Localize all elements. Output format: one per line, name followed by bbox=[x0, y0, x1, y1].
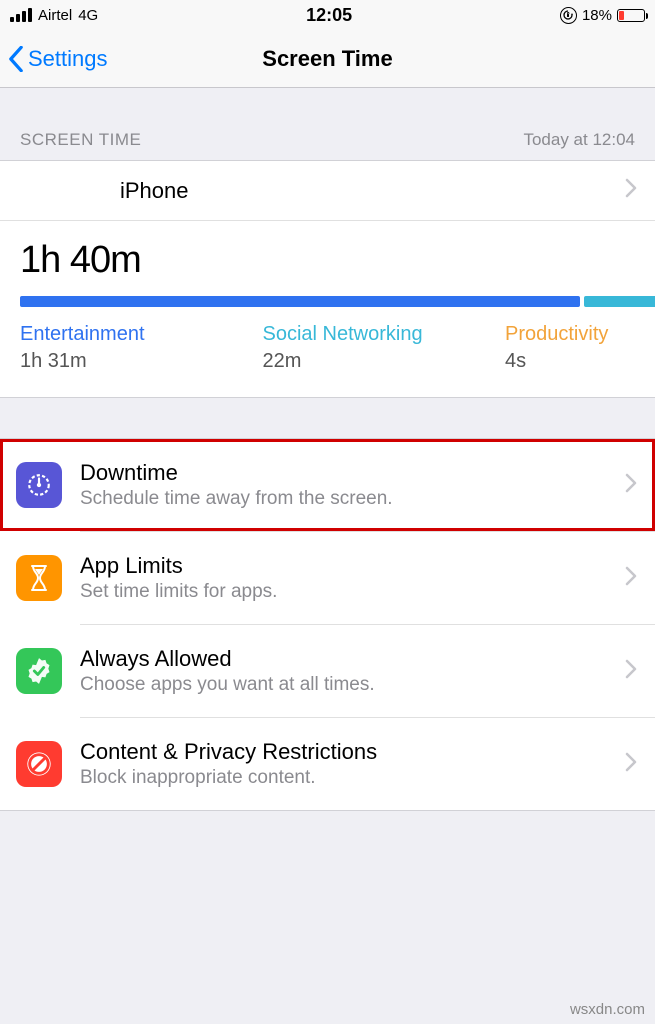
row-subtitle: Choose apps you want at all times. bbox=[80, 674, 605, 696]
category-time: 4s bbox=[505, 350, 635, 373]
status-left: Airtel 4G bbox=[10, 7, 98, 24]
settings-group: DowntimeSchedule time away from the scre… bbox=[0, 438, 655, 811]
back-label: Settings bbox=[28, 46, 108, 72]
battery-icon bbox=[617, 9, 645, 22]
row-title: Content & Privacy Restrictions bbox=[80, 739, 605, 765]
bar-segment bbox=[584, 296, 655, 307]
nav-bar: Settings Screen Time bbox=[0, 30, 655, 88]
row-text: DowntimeSchedule time away from the scre… bbox=[80, 460, 635, 510]
usage-bar-chart bbox=[20, 296, 635, 307]
clock-icon bbox=[16, 462, 62, 508]
check-badge-icon bbox=[16, 648, 62, 694]
network-label: 4G bbox=[78, 7, 98, 24]
usage-summary: 1h 40m Entertainment 1h 31mSocial Network… bbox=[0, 221, 655, 397]
section-timestamp: Today at 12:04 bbox=[523, 130, 635, 150]
category: Entertainment 1h 31m bbox=[20, 323, 263, 373]
battery-pct-label: 18% bbox=[582, 7, 612, 24]
category-label: Productivity bbox=[505, 323, 635, 346]
carrier-label: Airtel bbox=[38, 7, 72, 24]
orientation-lock-icon bbox=[560, 7, 577, 24]
category: Social Networking 22m bbox=[263, 323, 506, 373]
row-text: Content & Privacy RestrictionsBlock inap… bbox=[80, 739, 635, 789]
device-row[interactable]: iPhone bbox=[0, 161, 655, 221]
row-title: Downtime bbox=[80, 460, 605, 486]
row-title: Always Allowed bbox=[80, 646, 605, 672]
status-bar: Airtel 4G 12:05 18% bbox=[0, 0, 655, 30]
row-subtitle: Block inappropriate content. bbox=[80, 767, 605, 789]
no-entry-icon bbox=[16, 741, 62, 787]
category-label: Entertainment bbox=[20, 323, 263, 346]
watermark: wsxdn.com bbox=[570, 1001, 645, 1018]
settings-row-content-privacy-restrictions[interactable]: Content & Privacy RestrictionsBlock inap… bbox=[0, 718, 655, 810]
bar-segment bbox=[20, 296, 580, 307]
row-subtitle: Set time limits for apps. bbox=[80, 581, 605, 603]
chevron-right-icon bbox=[625, 473, 637, 498]
settings-row-app-limits[interactable]: App LimitsSet time limits for apps. bbox=[0, 532, 655, 624]
settings-row-always-allowed[interactable]: Always AllowedChoose apps you want at al… bbox=[0, 625, 655, 717]
total-time: 1h 40m bbox=[20, 239, 635, 282]
row-subtitle: Schedule time away from the screen. bbox=[80, 488, 605, 510]
status-time: 12:05 bbox=[306, 5, 352, 26]
category-row: Entertainment1h 31mSocial Networking22mP… bbox=[20, 323, 635, 373]
chevron-right-icon bbox=[625, 752, 637, 777]
chevron-right-icon bbox=[625, 178, 637, 204]
row-title: App Limits bbox=[80, 553, 605, 579]
page-title: Screen Time bbox=[262, 46, 392, 72]
category-time: 22m bbox=[263, 350, 506, 373]
row-text: App LimitsSet time limits for apps. bbox=[80, 553, 635, 603]
chevron-left-icon bbox=[8, 46, 24, 72]
back-button[interactable]: Settings bbox=[8, 46, 108, 72]
category-label: Social Networking bbox=[263, 323, 506, 346]
usage-group: iPhone 1h 40m Entertainment 1h 31mSocial … bbox=[0, 160, 655, 398]
device-label: iPhone bbox=[120, 178, 189, 204]
signal-strength-icon bbox=[10, 8, 32, 22]
category-time: 1h 31m bbox=[20, 350, 263, 373]
chevron-right-icon bbox=[625, 566, 637, 591]
status-right: 18% bbox=[560, 7, 645, 24]
hourglass-icon bbox=[16, 555, 62, 601]
section-header: SCREEN TIME Today at 12:04 bbox=[0, 88, 655, 160]
chevron-right-icon bbox=[625, 659, 637, 684]
row-text: Always AllowedChoose apps you want at al… bbox=[80, 646, 635, 696]
settings-row-downtime[interactable]: DowntimeSchedule time away from the scre… bbox=[0, 439, 655, 531]
section-header-label: SCREEN TIME bbox=[20, 130, 141, 150]
category: Productivity 4s bbox=[505, 323, 635, 373]
